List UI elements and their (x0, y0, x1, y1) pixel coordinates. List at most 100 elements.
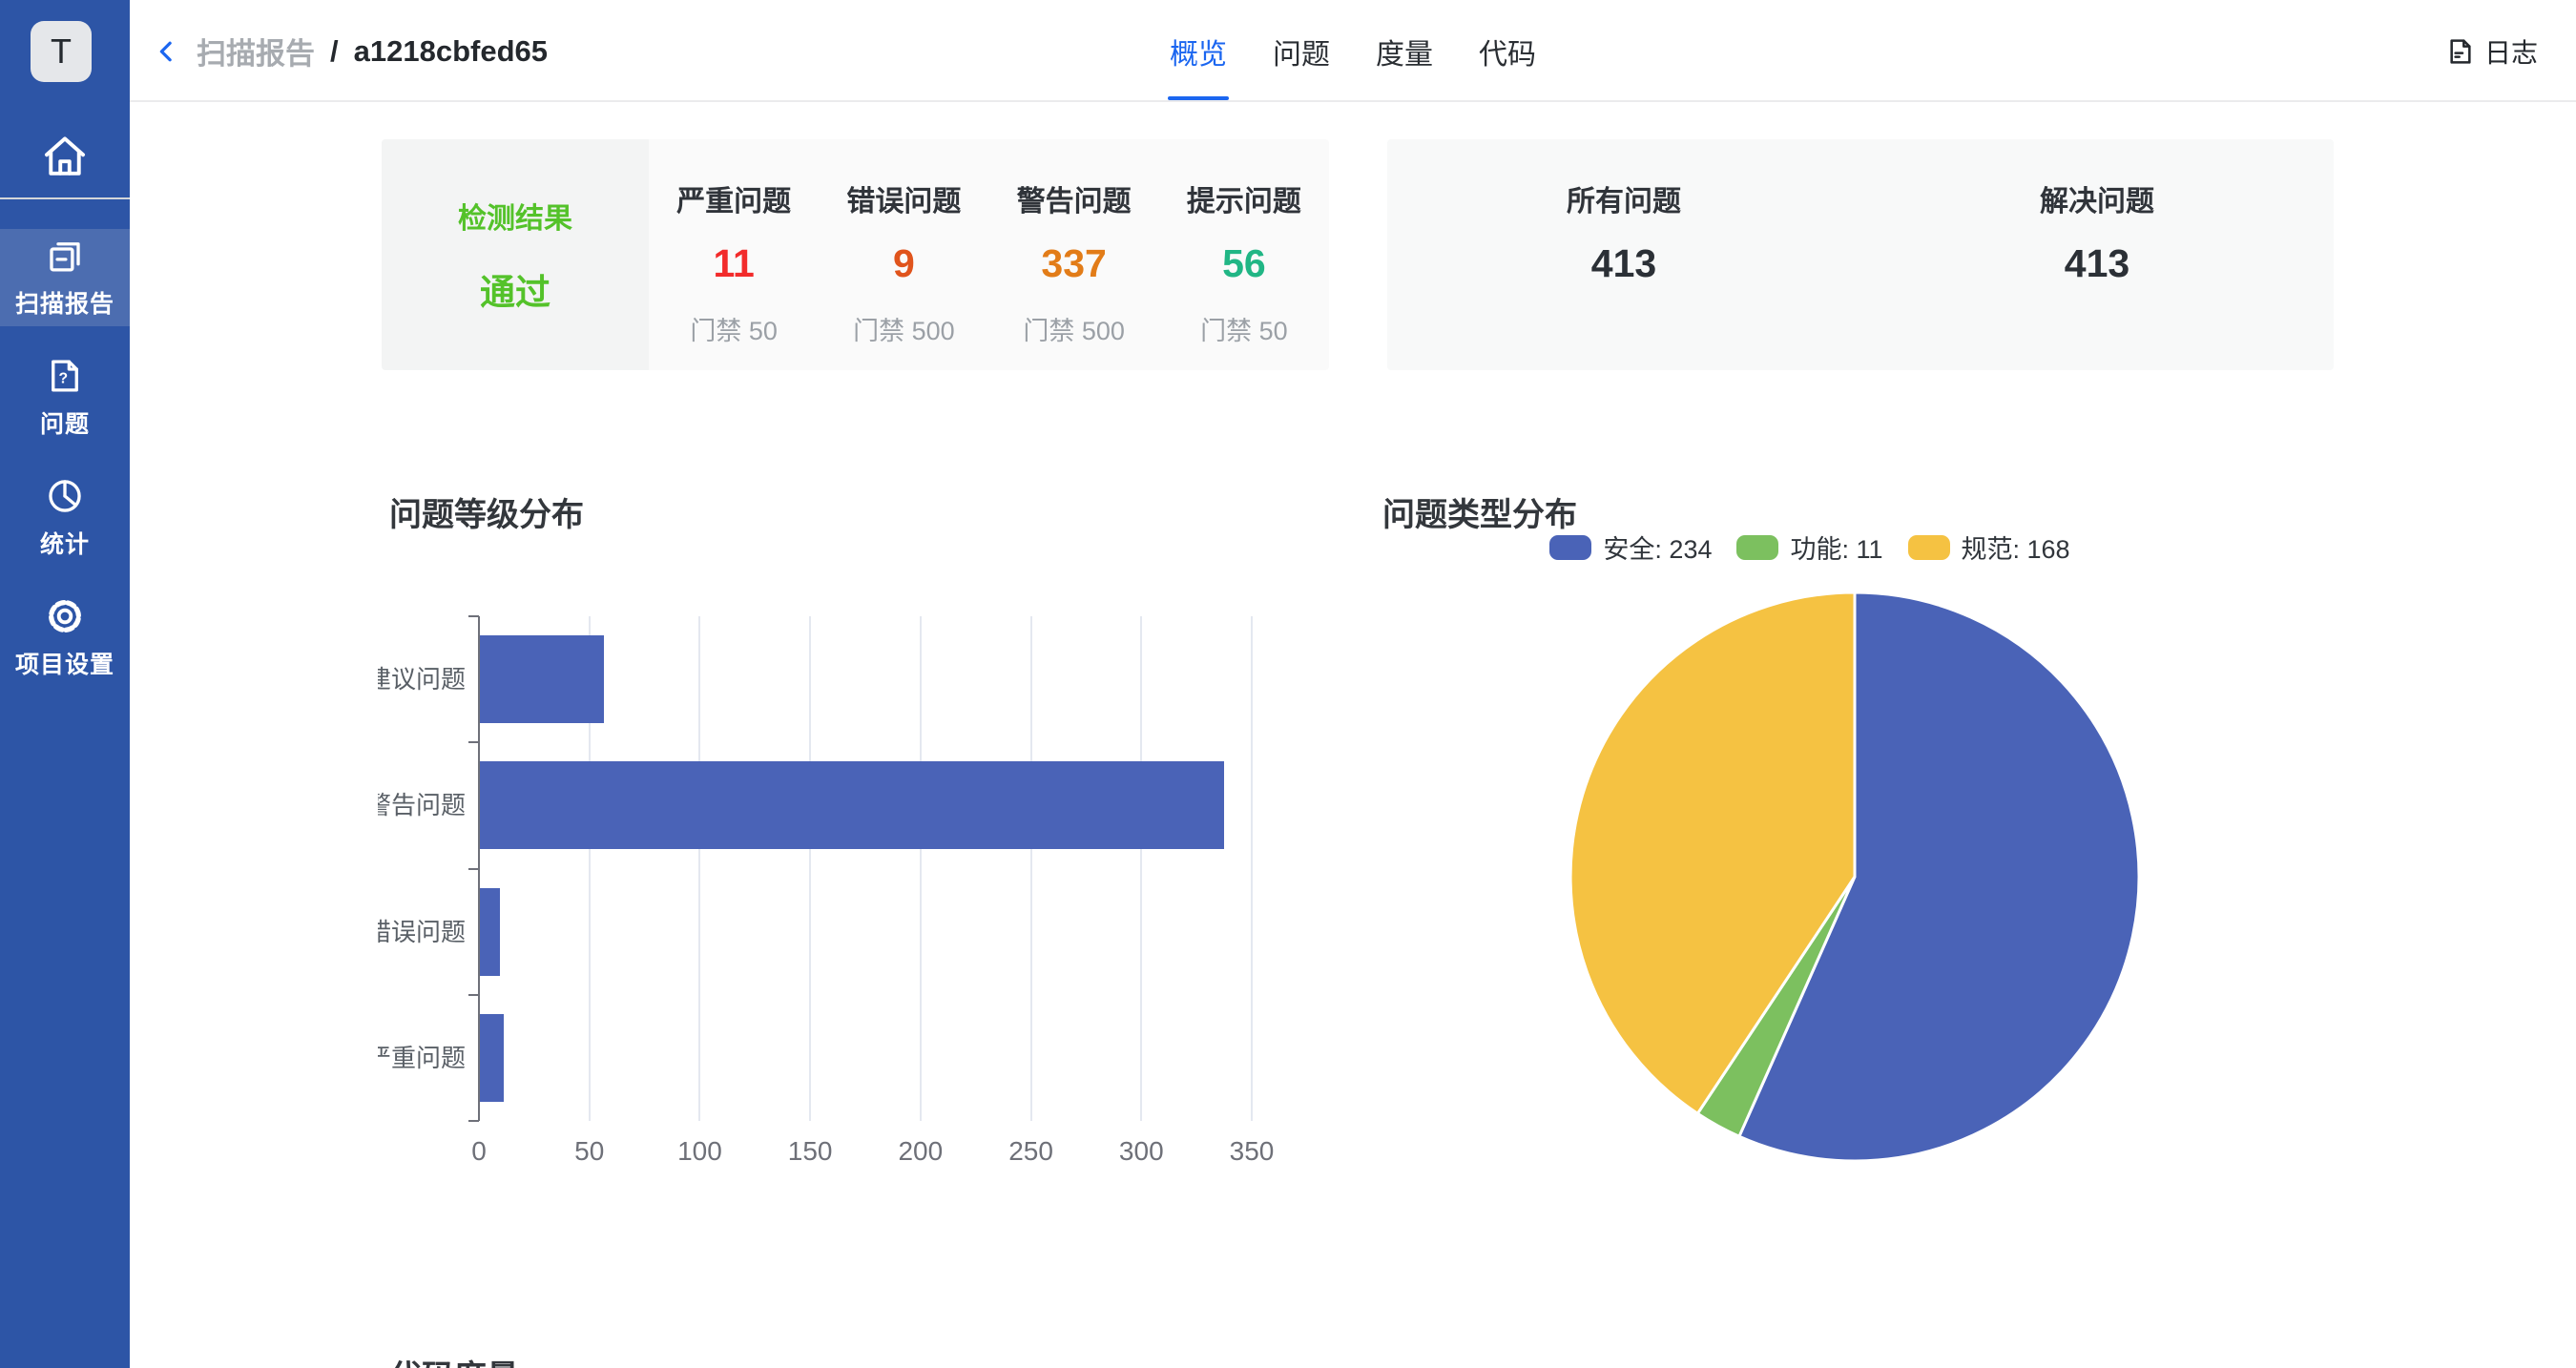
metric-label: 错误问题 (819, 177, 988, 219)
x-tick-label: 350 (1230, 1136, 1275, 1167)
bar-chart-title: 问题等级分布 (389, 488, 584, 535)
y-axis-label: 建议问题 (378, 663, 466, 695)
y-axis-label: 错误问题 (378, 916, 466, 948)
metric-value: 11 (649, 241, 819, 286)
tab-issues[interactable]: 问题 (1271, 0, 1332, 102)
metric-hint: 提示问题 56 门禁 50 (1159, 139, 1329, 370)
stats-pie-icon (45, 476, 85, 516)
sidebar-item-project-settings[interactable]: 项目设置 (0, 590, 130, 687)
back-chevron-icon[interactable] (153, 37, 181, 66)
bar (480, 761, 1224, 849)
sidebar-item-home[interactable] (0, 122, 130, 191)
log-doc-icon (2445, 36, 2476, 67)
metric-label: 提示问题 (1159, 177, 1329, 219)
x-tick-label: 250 (1008, 1136, 1053, 1167)
gridline (1140, 616, 1142, 1121)
metric-value: 56 (1159, 241, 1329, 286)
metric-gate: 门禁 50 (649, 310, 819, 347)
total-all-issues: 所有问题 413 (1387, 139, 1860, 370)
x-tick-label: 0 (471, 1136, 487, 1167)
scan-report-icon (45, 236, 85, 276)
gear-icon (45, 596, 85, 636)
sidebar: T 扫描报告 ? 问题 (0, 0, 130, 1368)
pie-chart-legend: 安全: 234 功能: 11 规范: 168 (1524, 529, 2096, 566)
sidebar-divider (0, 197, 130, 199)
sidebar-item-stats[interactable]: 统计 (0, 469, 130, 567)
legend-swatch (1908, 535, 1950, 560)
metric-label: 严重问题 (649, 177, 819, 219)
bar (480, 635, 604, 723)
total-value: 413 (1387, 241, 1860, 286)
sidebar-item-issues[interactable]: ? 问题 (0, 349, 130, 446)
breadcrumb-parent[interactable]: 扫描报告 (197, 30, 315, 73)
detection-result-card: 检测结果 通过 严重问题 11 门禁 50 错误问题 9 门禁 500 警告问题… (382, 139, 1329, 370)
partial-section-title: 代码度量 (389, 1351, 519, 1368)
main-area: 扫描报告 / a1218cbfed65 概览 问题 度量 代码 日志 (130, 0, 2576, 1368)
y-axis-label: 严重问题 (378, 1042, 466, 1074)
metric-severe: 严重问题 11 门禁 50 (649, 139, 819, 370)
metric-label: 警告问题 (989, 177, 1159, 219)
sidebar-item-label: 问题 (40, 405, 90, 440)
y-axis-tick (468, 868, 479, 870)
bar (480, 1014, 504, 1102)
metric-error: 错误问题 9 门禁 500 (819, 139, 988, 370)
legend-label: 功能: 11 (1790, 529, 1882, 566)
metric-gate: 门禁 50 (1159, 310, 1329, 347)
gridline (809, 616, 811, 1121)
metrics-row: 严重问题 11 门禁 50 错误问题 9 门禁 500 警告问题 337 门禁 … (649, 139, 1329, 370)
total-label: 解决问题 (1860, 177, 2334, 219)
log-button-label: 日志 (2484, 32, 2538, 71)
metric-warning: 警告问题 337 门禁 500 (989, 139, 1159, 370)
issue-type-pie-chart (1559, 581, 2150, 1172)
result-value: 通过 (480, 263, 551, 315)
scan-report-page: T 扫描报告 ? 问题 (0, 0, 2576, 1368)
log-button[interactable]: 日志 (2445, 0, 2538, 102)
totals-card: 所有问题 413 解决问题 413 (1387, 139, 2334, 370)
home-icon (40, 132, 90, 181)
x-tick-label: 100 (677, 1136, 722, 1167)
sidebar-item-scan-report[interactable]: 扫描报告 (0, 229, 130, 326)
sidebar-item-label: 项目设置 (15, 646, 114, 680)
tab-metrics[interactable]: 度量 (1374, 0, 1435, 102)
svg-text:?: ? (58, 370, 68, 386)
metric-gate: 门禁 500 (989, 310, 1159, 347)
result-label: 检测结果 (458, 195, 572, 237)
x-tick-label: 50 (574, 1136, 604, 1167)
breadcrumb-current: a1218cbfed65 (354, 34, 548, 69)
legend-label: 规范: 168 (1962, 529, 2070, 566)
legend-item[interactable]: 安全: 234 (1549, 529, 1712, 566)
metric-value: 337 (989, 241, 1159, 286)
legend-swatch (1736, 535, 1778, 560)
sidebar-item-label: 统计 (40, 526, 90, 560)
gridline (698, 616, 700, 1121)
gridline (920, 616, 922, 1121)
total-value: 413 (1860, 241, 2334, 286)
issue-level-bar-chart: 050100150200250300350建议问题警告问题错误问题严重问题 (479, 616, 1252, 1121)
gridline (1251, 616, 1253, 1121)
legend-item[interactable]: 规范: 168 (1908, 529, 2070, 566)
legend-label: 安全: 234 (1603, 529, 1712, 566)
legend-item[interactable]: 功能: 11 (1736, 529, 1882, 566)
y-axis-tick (468, 741, 479, 743)
bar (480, 888, 500, 976)
y-axis-tick (468, 994, 479, 996)
issue-doc-icon: ? (45, 356, 85, 396)
y-axis-tick (468, 1120, 479, 1122)
tab-bar: 概览 问题 度量 代码 (1168, 0, 1538, 102)
result-pass-block: 检测结果 通过 (382, 139, 649, 370)
metric-value: 9 (819, 241, 988, 286)
x-tick-label: 300 (1119, 1136, 1164, 1167)
y-axis-label: 警告问题 (378, 789, 466, 821)
tab-code[interactable]: 代码 (1477, 0, 1538, 102)
metric-gate: 门禁 500 (819, 310, 988, 347)
breadcrumb: 扫描报告 / a1218cbfed65 (153, 0, 548, 102)
x-tick-label: 200 (898, 1136, 943, 1167)
x-tick-label: 150 (788, 1136, 833, 1167)
tab-overview[interactable]: 概览 (1168, 0, 1229, 102)
legend-swatch (1549, 535, 1591, 560)
breadcrumb-separator: / (330, 34, 339, 69)
app-logo[interactable]: T (31, 21, 92, 82)
page-header: 扫描报告 / a1218cbfed65 概览 问题 度量 代码 日志 (130, 0, 2576, 102)
sidebar-item-label: 扫描报告 (15, 285, 114, 320)
gridline (1030, 616, 1032, 1121)
